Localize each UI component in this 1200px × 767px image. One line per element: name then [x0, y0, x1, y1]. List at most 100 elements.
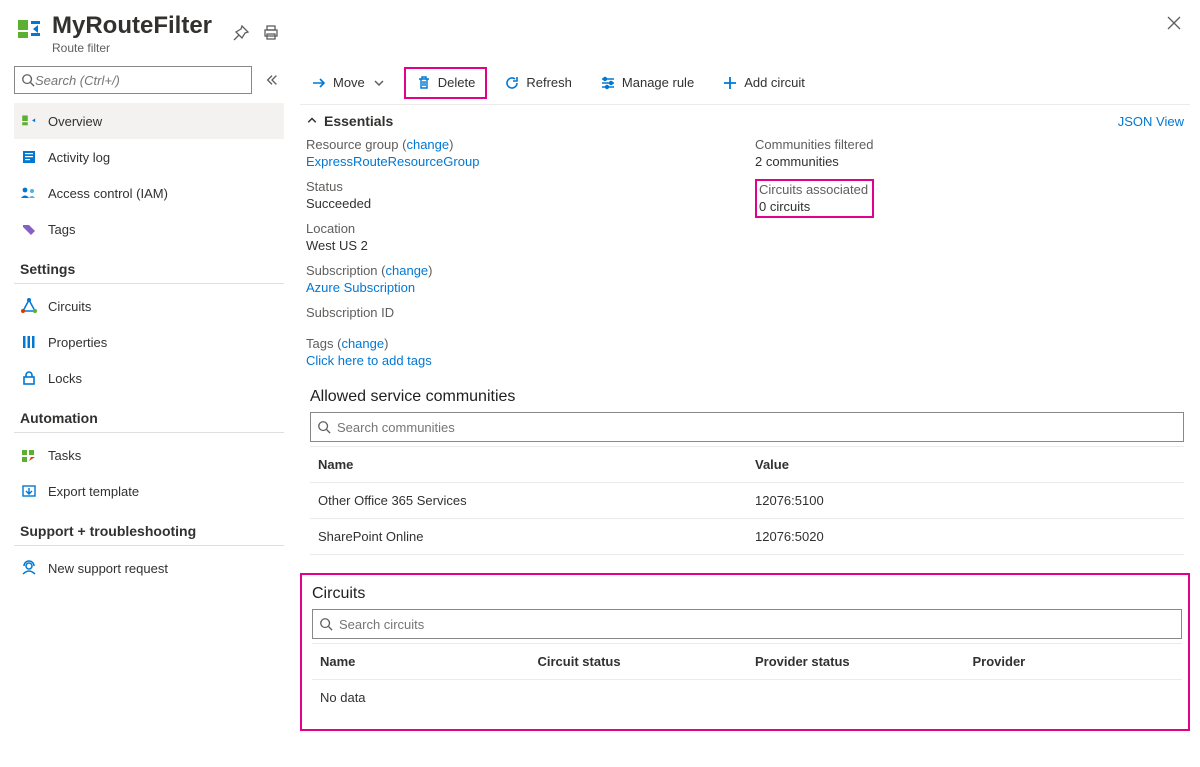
plus-icon: [722, 75, 738, 91]
column-header-name[interactable]: Name: [312, 644, 530, 680]
table-row[interactable]: Other Office 365 Services 12076:5100: [310, 483, 1184, 519]
sidebar-item-label: New support request: [48, 561, 168, 576]
allowed-communities-table: Name Value Other Office 365 Services 120…: [310, 446, 1184, 555]
sidebar-item-label: Locks: [48, 371, 82, 386]
cell-name: SharePoint Online: [310, 519, 747, 555]
cell-value: 12076:5020: [747, 519, 1184, 555]
sidebar-section-settings: Settings: [14, 247, 284, 284]
column-header-name[interactable]: Name: [310, 447, 747, 483]
allowed-communities-search[interactable]: [310, 412, 1184, 442]
close-button[interactable]: [1166, 14, 1182, 37]
location-value: West US 2: [306, 238, 735, 253]
chevron-up-icon[interactable]: [306, 114, 318, 129]
circuits-title: Circuits: [302, 579, 1188, 609]
sidebar-item-properties[interactable]: Properties: [14, 324, 284, 360]
move-button[interactable]: Move: [300, 67, 398, 99]
tags-label: Tags: [306, 336, 333, 351]
subscription-change-link[interactable]: change: [386, 263, 429, 278]
cell-value: 12076:5100: [747, 483, 1184, 519]
status-value: Succeeded: [306, 196, 735, 211]
trash-icon: [416, 75, 432, 91]
sidebar-item-label: Overview: [48, 114, 102, 129]
delete-button[interactable]: Delete: [404, 67, 488, 99]
resource-type-icon: [16, 16, 42, 42]
print-button[interactable]: [256, 18, 286, 48]
refresh-button[interactable]: Refresh: [493, 67, 583, 99]
export-template-icon: [20, 483, 38, 499]
communities-filtered-label: Communities filtered: [755, 137, 1184, 152]
pin-button[interactable]: [226, 18, 256, 48]
sidebar-item-label: Access control (IAM): [48, 186, 168, 201]
location-label: Location: [306, 221, 735, 236]
sidebar-item-label: Properties: [48, 335, 107, 350]
subscription-id-label: Subscription ID: [306, 305, 735, 320]
sidebar-item-circuits[interactable]: Circuits: [14, 288, 284, 324]
activity-log-icon: [20, 149, 38, 165]
sidebar-item-label: Tags: [48, 222, 75, 237]
table-row-nodata: No data: [312, 680, 1182, 716]
tasks-icon: [20, 447, 38, 463]
overview-icon: [20, 113, 38, 129]
add-circuit-button[interactable]: Add circuit: [711, 67, 816, 99]
sidebar-item-export-template[interactable]: Export template: [14, 473, 284, 509]
properties-icon: [20, 334, 38, 350]
no-data-text: No data: [312, 680, 1182, 716]
sidebar-search-input[interactable]: [35, 73, 245, 88]
subscription-label: Subscription: [306, 263, 378, 278]
sidebar-item-label: Circuits: [48, 299, 91, 314]
column-header-provider-status[interactable]: Provider status: [747, 644, 965, 680]
status-label: Status: [306, 179, 735, 194]
cell-name: Other Office 365 Services: [310, 483, 747, 519]
resource-group-change-link[interactable]: change: [406, 137, 449, 152]
column-header-circuit-status[interactable]: Circuit status: [530, 644, 748, 680]
button-label: Move: [333, 75, 365, 90]
sidebar-item-tags[interactable]: Tags: [14, 211, 284, 247]
people-icon: [20, 185, 38, 201]
search-icon: [319, 617, 333, 631]
sidebar-item-tasks[interactable]: Tasks: [14, 437, 284, 473]
tags-change-link[interactable]: change: [341, 336, 384, 351]
sidebar-item-overview[interactable]: Overview: [14, 103, 284, 139]
support-icon: [20, 560, 38, 576]
circuits-search-input[interactable]: [339, 617, 1175, 632]
refresh-icon: [504, 75, 520, 91]
circuits-associated-value: 0 circuits: [759, 199, 868, 214]
circuits-icon: [20, 298, 38, 314]
sidebar-section-support: Support + troubleshooting: [14, 509, 284, 546]
sidebar-search[interactable]: [14, 66, 252, 94]
resource-group-value[interactable]: ExpressRouteResourceGroup: [306, 154, 735, 169]
lock-icon: [20, 370, 38, 386]
search-icon: [21, 73, 35, 87]
allowed-communities-search-input[interactable]: [337, 420, 1177, 435]
button-label: Manage rule: [622, 75, 694, 90]
sidebar-item-activity-log[interactable]: Activity log: [14, 139, 284, 175]
sidebar-item-iam[interactable]: Access control (IAM): [14, 175, 284, 211]
page-title: MyRouteFilter: [52, 12, 212, 40]
allowed-communities-title: Allowed service communities: [300, 374, 1190, 412]
subscription-value[interactable]: Azure Subscription: [306, 280, 735, 295]
column-header-provider[interactable]: Provider: [965, 644, 1183, 680]
move-icon: [311, 75, 327, 91]
sidebar-item-new-support-request[interactable]: New support request: [14, 550, 284, 586]
essentials-header[interactable]: Essentials: [324, 113, 393, 129]
tags-add-link[interactable]: Click here to add tags: [306, 353, 1184, 368]
collapse-sidebar-button[interactable]: [260, 65, 284, 95]
table-row[interactable]: SharePoint Online 12076:5020: [310, 519, 1184, 555]
button-label: Refresh: [526, 75, 572, 90]
page-subtitle: Route filter: [52, 41, 212, 55]
circuits-table: Name Circuit status Provider status Prov…: [312, 643, 1182, 715]
circuits-search[interactable]: [312, 609, 1182, 639]
sidebar-item-label: Activity log: [48, 150, 110, 165]
sidebar-item-label: Tasks: [48, 448, 81, 463]
search-icon: [317, 420, 331, 434]
manage-rule-button[interactable]: Manage rule: [589, 67, 705, 99]
button-label: Delete: [438, 75, 476, 90]
json-view-link[interactable]: JSON View: [1118, 114, 1184, 129]
chevron-down-icon: [371, 75, 387, 91]
button-label: Add circuit: [744, 75, 805, 90]
column-header-value[interactable]: Value: [747, 447, 1184, 483]
circuits-associated-label: Circuits associated: [759, 182, 868, 197]
settings-icon: [600, 75, 616, 91]
tag-icon: [20, 221, 38, 237]
sidebar-item-locks[interactable]: Locks: [14, 360, 284, 396]
